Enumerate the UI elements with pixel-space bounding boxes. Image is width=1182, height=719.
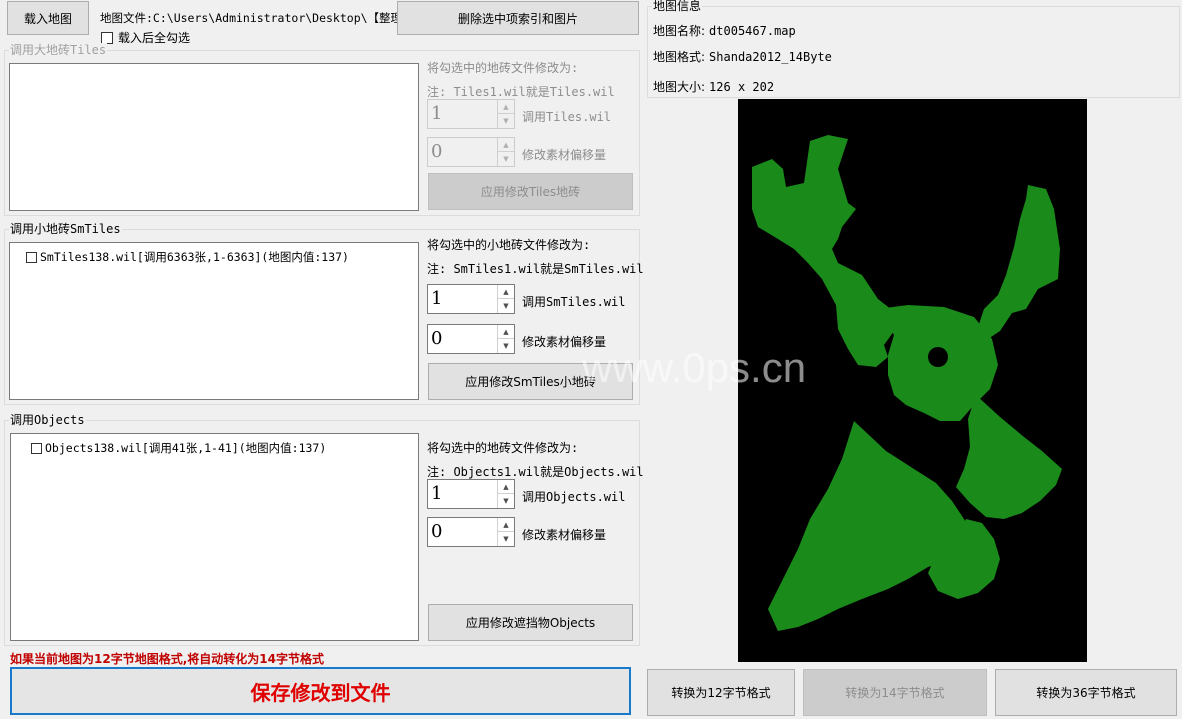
smtiles-offset-value: 0 xyxy=(431,328,443,349)
spin-down-icon[interactable]: ▼ xyxy=(498,339,514,353)
smtiles-listbox[interactable]: SmTiles138.wil[调用6363张,1-6363](地图内值:137) xyxy=(9,242,419,400)
tiles-group-title: 调用大地砖Tiles xyxy=(9,43,108,57)
convert-to-12-button[interactable]: 转换为12字节格式 xyxy=(647,669,795,716)
objects-modify-to-label: 将勾选中的地砖文件修改为: xyxy=(427,441,579,455)
checkbox-label: 载入后全勾选 xyxy=(118,31,191,45)
spin-up-icon[interactable]: ▲ xyxy=(498,518,514,532)
tiles-offset-value: 0 xyxy=(431,141,443,162)
tiles-offset-spin-buttons[interactable]: ▲ ▼ xyxy=(497,138,514,166)
convert-to-36-button[interactable]: 转换为36字节格式 xyxy=(995,669,1177,716)
list-item[interactable]: Objects138.wil[调用41张,1-41](地图内值:137) xyxy=(31,440,326,456)
objects-listbox[interactable]: Objects138.wil[调用41张,1-41](地图内值:137) xyxy=(10,433,419,641)
smtiles-offset-stepper[interactable]: 0 ▲ ▼ xyxy=(427,324,515,354)
smtiles-index-value: 1 xyxy=(431,288,443,309)
spin-up-icon[interactable]: ▲ xyxy=(498,285,514,299)
objects-group-title: 调用Objects xyxy=(9,413,86,427)
spin-up-icon[interactable]: ▲ xyxy=(498,480,514,494)
objects-offset-label: 修改素材偏移量 xyxy=(522,528,607,542)
smtiles-index-stepper[interactable]: 1 ▲ ▼ xyxy=(427,284,515,314)
apply-smtiles-button[interactable]: 应用修改SmTiles小地砖 xyxy=(428,363,633,400)
apply-objects-button[interactable]: 应用修改遮挡物Objects xyxy=(428,604,633,641)
save-to-file-button[interactable]: 保存修改到文件 xyxy=(10,667,631,715)
spin-down-icon[interactable]: ▼ xyxy=(498,494,514,508)
tiles-note-label: 注: Tiles1.wil就是Tiles.wil xyxy=(427,85,615,99)
objects-note-label: 注: Objects1.wil就是Objects.wil xyxy=(427,465,644,479)
load-map-button[interactable]: 载入地图 xyxy=(7,1,89,35)
smtiles-index-spin-buttons[interactable]: ▲ ▼ xyxy=(497,285,514,313)
map-name-value: dt005467.map xyxy=(709,24,796,38)
tiles-index-stepper[interactable]: 1 ▲ ▼ xyxy=(427,99,515,129)
delete-selected-button[interactable]: 删除选中项索引和图片 xyxy=(397,1,639,35)
objects-offset-stepper[interactable]: 0 ▲ ▼ xyxy=(427,517,515,547)
list-item[interactable]: SmTiles138.wil[调用6363张,1-6363](地图内值:137) xyxy=(26,249,349,265)
spin-down-icon[interactable]: ▼ xyxy=(498,114,514,128)
map-info-title: 地图信息 xyxy=(652,0,703,13)
tiles-offset-stepper[interactable]: 0 ▲ ▼ xyxy=(427,137,515,167)
objects-index-label: 调用Objects.wil xyxy=(522,490,626,504)
smtiles-note-label: 注: SmTiles1.wil就是SmTiles.wil xyxy=(427,262,644,276)
spin-down-icon[interactable]: ▼ xyxy=(498,152,514,166)
list-item-label: Objects138.wil[调用41张,1-41](地图内值:137) xyxy=(45,441,327,455)
map-size-label: 地图大小: xyxy=(653,80,706,94)
map-region-right-middle xyxy=(956,395,1062,519)
map-file-path: 地图文件:C:\Users\Administrator\Desktop\【整理1… xyxy=(100,11,428,25)
objects-offset-spin-buttons[interactable]: ▲ ▼ xyxy=(497,518,514,546)
map-format-label: 地图格式: xyxy=(653,50,706,64)
map-hole xyxy=(928,347,948,367)
smtiles-offset-spin-buttons[interactable]: ▲ ▼ xyxy=(497,325,514,353)
tiles-offset-label: 修改素材偏移量 xyxy=(522,148,607,162)
apply-tiles-button[interactable]: 应用修改Tiles地砖 xyxy=(428,173,633,210)
list-item-checkbox[interactable] xyxy=(26,251,37,263)
smtiles-modify-to-label: 将勾选中的小地砖文件修改为: xyxy=(427,238,591,252)
map-region-upper-right xyxy=(978,185,1060,339)
map-preview-image xyxy=(752,135,1062,631)
objects-offset-value: 0 xyxy=(431,521,443,542)
tiles-index-value: 1 xyxy=(431,103,443,124)
format-warning: 如果当前地图为12字节地图格式,将自动转化为14字节格式 xyxy=(10,652,324,666)
spin-down-icon[interactable]: ▼ xyxy=(498,299,514,313)
map-region-upper-left xyxy=(752,135,896,367)
spin-up-icon[interactable]: ▲ xyxy=(498,100,514,114)
map-name-label: 地图名称: xyxy=(653,24,706,38)
tiles-modify-to-label: 将勾选中的地砖文件修改为: xyxy=(427,61,579,75)
list-item-checkbox[interactable] xyxy=(31,442,42,454)
map-format-value: Shanda2012_14Byte xyxy=(709,50,832,64)
tiles-listbox[interactable] xyxy=(9,63,419,211)
objects-index-stepper[interactable]: 1 ▲ ▼ xyxy=(427,479,515,509)
smtiles-index-label: 调用SmTiles.wil xyxy=(522,295,626,309)
objects-index-spin-buttons[interactable]: ▲ ▼ xyxy=(497,480,514,508)
smtiles-group-title: 调用小地砖SmTiles xyxy=(9,222,122,236)
spin-up-icon[interactable]: ▲ xyxy=(498,138,514,152)
map-size-value: 126 x 202 xyxy=(709,80,775,94)
map-size-row: 地图大小: 126 x 202 xyxy=(653,78,774,95)
checkbox-box[interactable] xyxy=(101,31,113,44)
smtiles-offset-label: 修改素材偏移量 xyxy=(522,335,607,349)
spin-up-icon[interactable]: ▲ xyxy=(498,325,514,339)
spin-down-icon[interactable]: ▼ xyxy=(498,532,514,546)
map-region-lower-left xyxy=(768,421,974,631)
select-all-after-load-checkbox[interactable]: 载入后全勾选 xyxy=(101,30,190,45)
objects-index-value: 1 xyxy=(431,483,443,504)
tiles-index-label: 调用Tiles.wil xyxy=(522,110,612,124)
tiles-index-spin-buttons[interactable]: ▲ ▼ xyxy=(497,100,514,128)
map-format-row: 地图格式: Shanda2012_14Byte xyxy=(653,48,832,65)
list-item-label: SmTiles138.wil[调用6363张,1-6363](地图内值:137) xyxy=(40,250,349,264)
map-preview xyxy=(738,99,1087,662)
map-name-row: 地图名称: dt005467.map xyxy=(653,22,796,39)
convert-to-14-button[interactable]: 转换为14字节格式 xyxy=(803,669,987,716)
